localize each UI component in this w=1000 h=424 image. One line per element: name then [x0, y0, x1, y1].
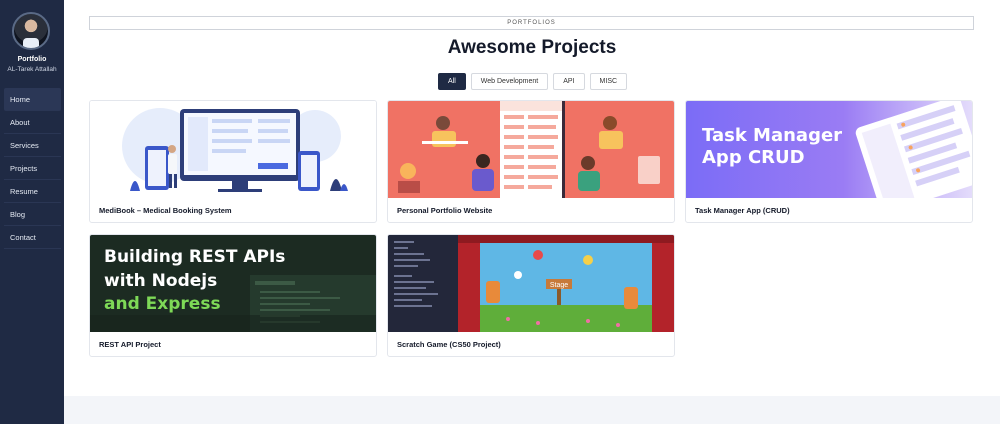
sidebar-item-projects[interactable]: Projects: [4, 157, 61, 180]
project-title: Personal Portfolio Website: [397, 206, 493, 215]
project-card-medibook[interactable]: MediBook – Medical Booking System: [89, 100, 377, 223]
project-card-scratch-game[interactable]: Stage Scratch Game (CS50 Project): [387, 234, 675, 357]
filter-bar: All Web Development API MISC: [438, 73, 628, 91]
footer-strip: [64, 396, 1000, 424]
project-thumbnail: [90, 101, 376, 198]
project-card-portfolio[interactable]: Personal Portfolio Website: [387, 100, 675, 223]
project-card-task-manager[interactable]: Task Manager App CRUD Task Manager App (C…: [685, 100, 973, 223]
section-label: PORTFOLIOS: [89, 16, 974, 30]
sidebar: Portfolio AL-Tarek Attallah Home About S…: [0, 0, 64, 424]
project-title: Task Manager App (CRUD): [695, 206, 790, 215]
thumbnail-banner-line1: Building REST APIs: [104, 247, 286, 267]
filter-all[interactable]: All: [438, 73, 466, 90]
thumbnail-banner-line2: with Nodejs: [104, 271, 218, 291]
project-thumbnail: Building REST APIs with Nodejs and Expre…: [90, 235, 376, 332]
project-thumbnail: [388, 101, 674, 198]
brand-subtitle: AL-Tarek Attallah: [7, 66, 57, 73]
sidebar-item-home[interactable]: Home: [4, 88, 61, 111]
stage-sign: Stage: [550, 282, 568, 289]
page-title: Awesome Projects: [447, 37, 617, 58]
project-title: Scratch Game (CS50 Project): [397, 340, 501, 349]
sidebar-item-about[interactable]: About: [4, 111, 61, 134]
project-card-rest-api[interactable]: Building REST APIs with Nodejs and Expre…: [89, 234, 377, 357]
brand-title: Portfolio: [17, 56, 47, 63]
filter-api[interactable]: API: [553, 73, 585, 90]
project-thumbnail: Stage: [388, 235, 674, 332]
project-title: MediBook – Medical Booking System: [99, 206, 232, 215]
project-thumbnail: Task Manager App CRUD: [686, 101, 972, 198]
sidebar-item-contact[interactable]: Contact: [4, 226, 61, 249]
filter-web-development[interactable]: Web Development: [470, 73, 549, 90]
sidebar-item-services[interactable]: Services: [4, 134, 61, 157]
main-content: PORTFOLIOS Awesome Projects All Web Deve…: [64, 0, 1000, 396]
sidebar-nav: Home About Services Projects Resume Blog…: [4, 88, 61, 249]
filter-misc[interactable]: MISC: [589, 73, 628, 90]
avatar: [12, 12, 50, 50]
thumbnail-banner-line3: and Express: [104, 294, 221, 314]
sidebar-item-resume[interactable]: Resume: [4, 180, 61, 203]
sidebar-item-blog[interactable]: Blog: [4, 203, 61, 226]
project-title: REST API Project: [99, 340, 161, 349]
